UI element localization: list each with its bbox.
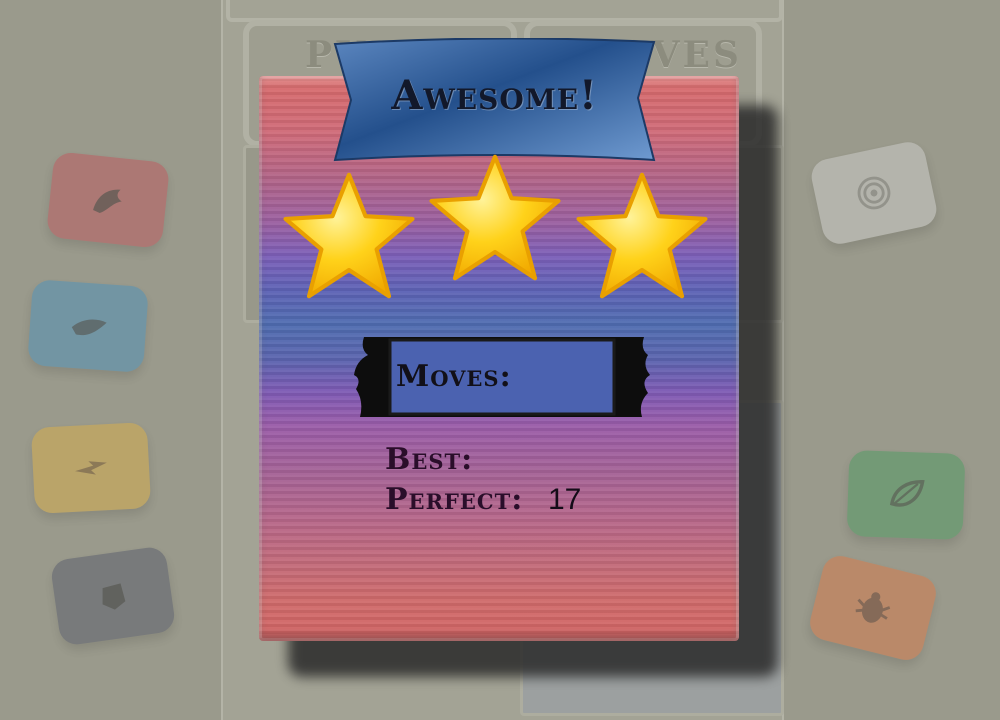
gem-dragon xyxy=(45,151,171,249)
gem-leaf xyxy=(846,450,966,540)
bug-icon xyxy=(855,592,891,623)
dragon-icon xyxy=(93,189,122,214)
board-top-frame xyxy=(226,0,783,22)
lightning-icon xyxy=(75,461,107,475)
wind-swirl-icon xyxy=(857,176,891,210)
leaf-icon xyxy=(889,480,925,507)
gem-shadow xyxy=(49,545,177,647)
perfect-value: 17 xyxy=(548,483,582,516)
dialog-title: Awesome! xyxy=(391,72,598,119)
gem-lightning xyxy=(30,422,152,514)
star-3-icon xyxy=(576,172,708,299)
gem-wind xyxy=(808,138,940,248)
shadow-icon xyxy=(102,583,126,610)
gem-water xyxy=(27,279,149,373)
best-label: Best: xyxy=(385,442,474,477)
gem-bug xyxy=(806,552,940,664)
moves-label: Moves: xyxy=(396,359,512,394)
water-drop-icon xyxy=(71,319,107,336)
star-2-icon xyxy=(429,154,561,281)
perfect-label: Perfect: xyxy=(385,482,524,517)
star-1-icon xyxy=(283,172,415,299)
